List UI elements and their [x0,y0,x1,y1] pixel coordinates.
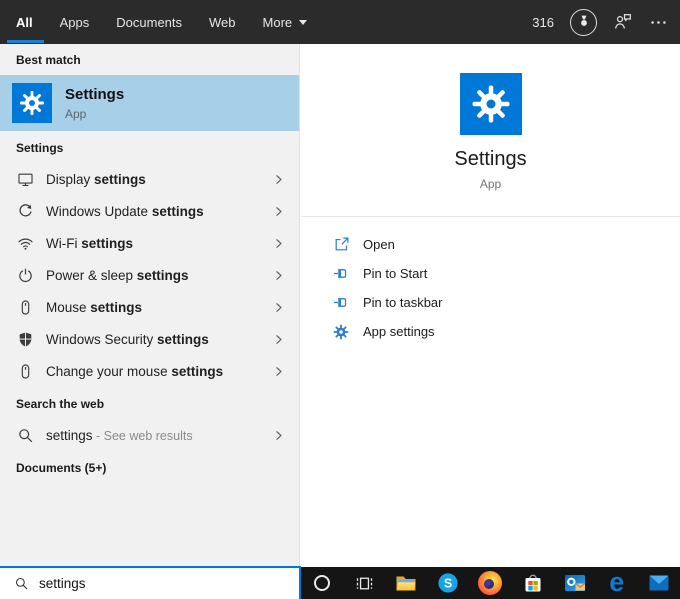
firefox-icon [478,571,502,595]
result-label: Power & sleep settings [46,268,189,283]
tab-web[interactable]: Web [209,0,236,44]
task-view-icon [354,573,375,594]
mail-button[interactable] [642,567,676,599]
chevron-down-icon [299,20,307,25]
gear-icon [332,324,350,340]
best-match-title: Settings [65,86,124,104]
shield-icon [16,331,35,348]
search-icon [16,427,35,444]
svg-text:S: S [444,576,452,590]
chevron-right-icon[interactable] [271,268,286,283]
pin-icon [332,294,350,311]
taskbar: S e [301,567,680,599]
chevron-right-icon[interactable] [271,172,286,187]
result-wifi-settings[interactable]: Wi-Fi settings [0,227,299,259]
section-search-the-web: Search the web [0,387,299,419]
search-icon [14,576,29,591]
result-mouse-settings[interactable]: Mouse settings [0,291,299,323]
tab-documents[interactable]: Documents [116,0,182,44]
mouse-icon [16,363,35,380]
skype-button[interactable]: S [431,567,465,599]
more-options-button[interactable] [649,13,668,32]
result-label: Mouse settings [46,300,142,315]
cortana-button[interactable] [305,567,339,599]
gear-icon [472,86,509,123]
result-label: Display settings [46,172,146,187]
result-windows-security-settings[interactable]: Windows Security settings [0,323,299,355]
wifi-icon [16,235,35,252]
best-match-subtitle: App [65,107,124,121]
feedback-icon [616,15,631,29]
web-search-label: settings - See web results [46,428,193,443]
preview-panel: Settings App Open Pin to Start Pin to ta… [301,44,680,567]
chevron-right-icon[interactable] [271,300,286,315]
chevron-right-icon[interactable] [271,204,286,219]
settings-app-tile-large [460,73,522,135]
tab-more-label: More [263,15,293,30]
section-documents: Documents (5+) [0,451,299,483]
filter-tabs: All Apps Documents Web More [0,0,307,44]
chevron-right-icon[interactable] [271,428,286,443]
topbar-right-cluster: 316 [532,0,668,44]
tab-more[interactable]: More [263,0,308,44]
result-label: Windows Security settings [46,332,209,347]
tab-all[interactable]: All [16,0,33,44]
gear-icon [20,91,44,115]
file-explorer-button[interactable] [389,567,423,599]
outlook-icon [563,571,587,595]
results-panel: Best match Settings App Settings Display… [0,44,300,566]
open-icon [332,236,350,253]
mail-icon [647,571,671,595]
result-display-settings[interactable]: Display settings [0,163,299,195]
result-change-your-mouse-settings[interactable]: Change your mouse settings [0,355,299,387]
sync-icon [16,203,35,220]
section-best-match: Best match [0,44,299,75]
file-explorer-icon [394,571,418,595]
result-web-search[interactable]: settings - See web results [0,419,299,451]
pin-to-taskbar-button[interactable]: Pin to taskbar [332,288,680,317]
skype-icon: S [436,571,460,595]
result-power-sleep-settings[interactable]: Power & sleep settings [0,259,299,291]
chevron-right-icon[interactable] [271,332,286,347]
preview-app-subtitle: App [301,177,680,191]
medal-icon [581,16,587,26]
store-icon [521,571,545,595]
pin-icon [332,265,350,282]
mouse-icon [16,299,35,316]
chevron-right-icon[interactable] [271,364,286,379]
taskbar-search-box[interactable] [0,566,301,599]
feedback-button[interactable] [613,12,633,32]
tab-apps[interactable]: Apps [60,0,90,44]
search-input[interactable] [39,576,269,591]
result-label: Wi-Fi settings [46,236,133,251]
app-settings-button[interactable]: App settings [332,317,680,346]
best-match-result-settings[interactable]: Settings App [0,75,299,131]
edge-icon: e [609,569,624,596]
result-windows-update-settings[interactable]: Windows Update settings [0,195,299,227]
result-label: Change your mouse settings [46,364,223,379]
cortana-icon [314,575,330,591]
firefox-button[interactable] [473,567,507,599]
edge-button[interactable]: e [600,567,634,599]
display-icon [16,171,35,188]
section-settings: Settings [0,131,299,163]
rewards-badge-button[interactable] [570,9,597,36]
result-label: Windows Update settings [46,204,204,219]
power-icon [16,267,35,284]
ellipsis-icon [651,21,665,24]
preview-app-title: Settings [301,148,680,171]
chevron-right-icon[interactable] [271,236,286,251]
pin-to-start-button[interactable]: Pin to Start [332,259,680,288]
action-list: Open Pin to Start Pin to taskbar App set… [301,217,680,346]
store-button[interactable] [516,567,550,599]
outlook-button[interactable] [558,567,592,599]
settings-app-tile [12,83,52,123]
task-view-button[interactable] [347,567,381,599]
search-flyout: All Apps Documents Web More 316 Best mat… [0,0,680,599]
rewards-points: 316 [532,15,554,30]
search-filter-bar: All Apps Documents Web More 316 [0,0,680,44]
open-button[interactable]: Open [332,230,680,259]
